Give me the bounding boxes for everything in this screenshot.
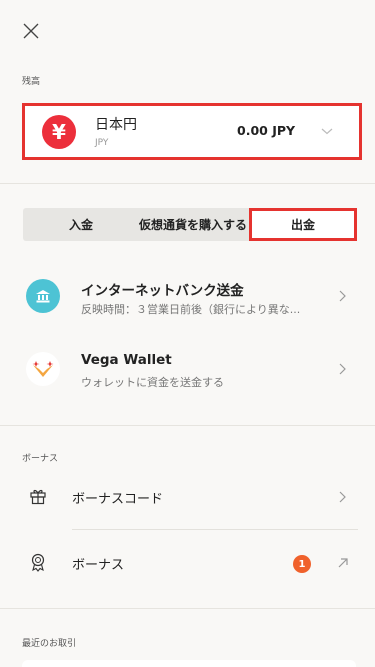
method-title: インターネットバンク送金: [81, 283, 244, 299]
vega-wallet-icon: [26, 352, 60, 386]
close-button[interactable]: [22, 22, 40, 40]
bonus-section-label: ボーナス: [22, 454, 59, 464]
method-vega-wallet[interactable]: Vega Wallet ウォレットに資金を送金する: [0, 343, 375, 399]
chevron-down-icon: [321, 128, 333, 135]
recent-section-label: 最近のお取引: [22, 639, 77, 649]
recent-transactions-card: [22, 660, 356, 667]
section-divider: [0, 183, 375, 184]
method-subtitle: 反映時間：３営業日前後（銀行により異な...: [81, 303, 301, 316]
external-arrow-icon: [338, 558, 348, 568]
chevron-right-icon: [339, 363, 346, 375]
method-subtitle: ウォレットに資金を送金する: [81, 376, 224, 389]
currency-code: JPY: [95, 138, 109, 148]
tab-withdraw[interactable]: 出金: [249, 208, 357, 241]
method-internet-bank[interactable]: インターネットバンク送金 反映時間：３営業日前後（銀行により異な...: [0, 270, 375, 326]
bonus-code-row[interactable]: ボーナスコード: [0, 475, 375, 519]
tab-deposit[interactable]: 入金: [23, 208, 139, 241]
chevron-right-icon: [339, 290, 346, 302]
medal-icon: [31, 553, 45, 572]
tab-bar: 入金 仮想通貨を購入する 出金: [23, 208, 357, 241]
bonus-code-label: ボーナスコード: [72, 492, 164, 507]
section-divider: [0, 425, 375, 426]
close-icon: [23, 23, 39, 39]
gift-icon: [30, 489, 46, 505]
currency-name: 日本円: [95, 117, 137, 133]
bonus-label: ボーナス: [72, 558, 125, 573]
row-divider: [72, 529, 358, 530]
bonus-row[interactable]: ボーナス 1: [0, 541, 375, 585]
section-divider: [0, 608, 375, 609]
bonus-count-badge: 1: [293, 555, 311, 573]
chevron-right-icon: [339, 491, 346, 503]
balance-section-label: 残高: [22, 77, 41, 87]
method-title: Vega Wallet: [81, 352, 172, 368]
bank-icon: [26, 279, 60, 313]
tab-buy-crypto[interactable]: 仮想通貨を購入する: [139, 208, 247, 241]
yen-icon: ¥: [42, 115, 76, 149]
balance-amount: 0.00 JPY: [237, 123, 296, 138]
currency-selector[interactable]: ¥ 日本円 JPY 0.00 JPY: [22, 103, 362, 160]
